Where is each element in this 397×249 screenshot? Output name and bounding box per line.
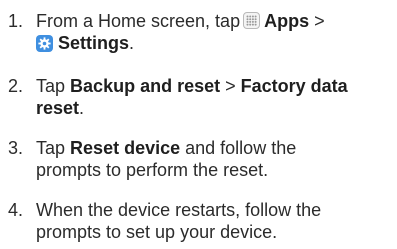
step-text: When the device restarts, follow the pro… (36, 199, 391, 243)
backup-and-reset-label: Backup and reset (70, 76, 221, 96)
apps-label: Apps (264, 11, 310, 31)
factory-data-reset-label-cont: reset (36, 98, 80, 118)
menu-separator: > (314, 11, 325, 31)
step-text-segment: Tap (36, 76, 66, 96)
step-text-segment: . (129, 33, 135, 53)
step-text-segment: Tap (36, 138, 66, 158)
step-number: 4. (8, 200, 24, 220)
step-number: 1. (8, 11, 24, 31)
step-number: 3. (8, 138, 24, 158)
step-text-segment: prompts to set up your device. (36, 222, 278, 242)
settings-gear-icon (36, 35, 53, 52)
reset-device-label: Reset device (70, 138, 181, 158)
step-text: From a Home screen, tap Apps > Settings. (36, 10, 391, 54)
step-text: Tap Backup and reset > Factory data rese… (36, 75, 391, 119)
step-text-segment: . (79, 98, 85, 118)
settings-label: Settings (58, 33, 130, 53)
step-text-segment: and follow the (185, 138, 297, 158)
step-text-segment: When the device restarts, follow the (36, 200, 322, 220)
step-text: Tap Reset device and follow the prompts … (36, 137, 391, 181)
step-text-segment: From a Home screen, tap (36, 11, 241, 31)
apps-grid-icon (243, 12, 261, 29)
step-text-segment: prompts to perform the reset. (36, 160, 269, 180)
menu-separator: > (225, 76, 236, 96)
factory-data-reset-label: Factory data (240, 76, 348, 96)
step-number: 2. (8, 76, 24, 96)
